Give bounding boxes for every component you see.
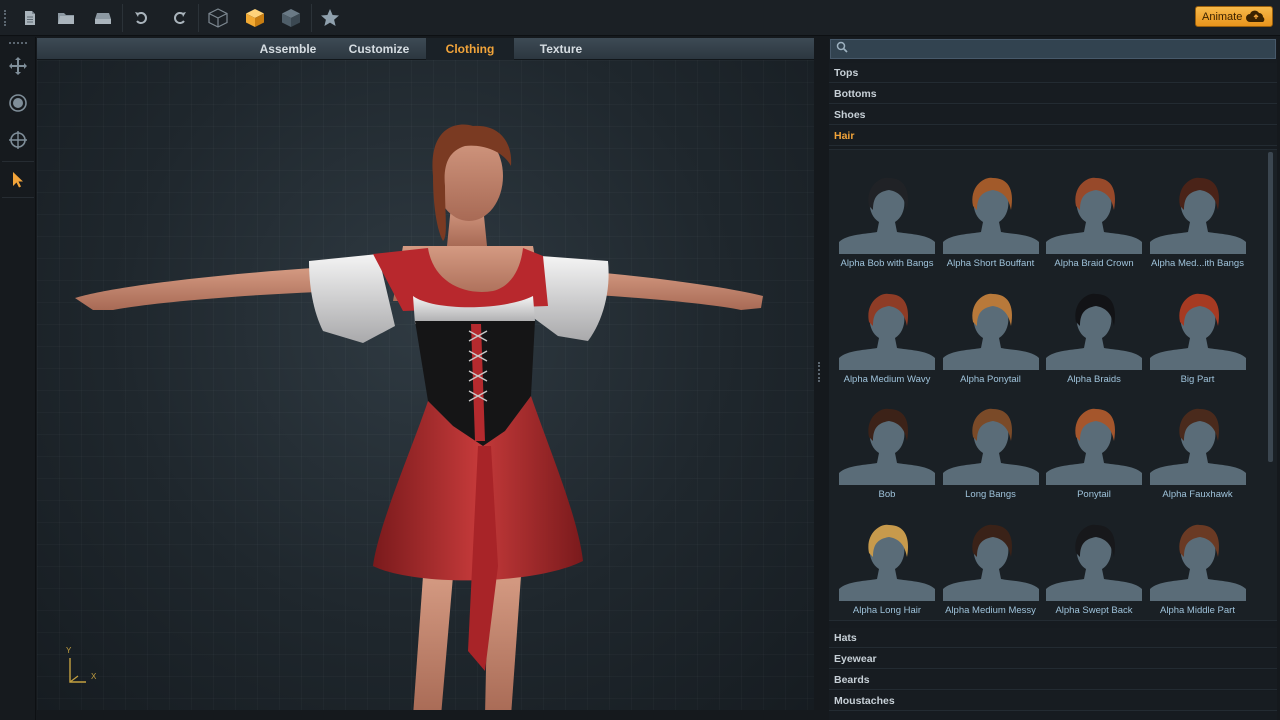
solid-cube-icon[interactable] <box>240 4 270 32</box>
cursor-icon[interactable] <box>3 165 33 195</box>
hair-item-label: Alpha Bob with Bangs <box>833 258 941 269</box>
move-icon[interactable] <box>3 51 33 81</box>
category-hair[interactable]: Hair <box>829 126 1277 146</box>
category-moustaches[interactable]: Moustaches <box>829 691 1277 711</box>
hair-thumbnail <box>943 523 1039 605</box>
hair-item-label: Alpha Middle Part <box>1144 605 1252 616</box>
hair-thumbnail <box>943 292 1039 374</box>
hair-item[interactable]: Ponytail <box>1044 405 1144 515</box>
hair-item-label: Alpha Swept Back <box>1040 605 1148 616</box>
toolbar-divider <box>198 4 199 32</box>
tab-texture[interactable]: Texture <box>516 38 606 60</box>
hair-item-label: Long Bangs <box>937 489 1045 500</box>
undo-icon[interactable] <box>127 4 157 32</box>
hair-item[interactable]: Alpha Long Hair <box>837 521 937 622</box>
animate-button[interactable]: Animate <box>1195 6 1273 27</box>
toolbar-divider <box>122 4 123 32</box>
toolbar-grip[interactable] <box>4 10 7 26</box>
hair-thumbnail <box>943 176 1039 258</box>
animate-label: Animate <box>1202 11 1242 23</box>
hair-item[interactable]: Alpha Fauxhawk <box>1148 405 1248 515</box>
cloud-icon <box>1245 10 1267 26</box>
hair-thumbnail <box>1046 292 1142 374</box>
hair-thumbnail <box>1150 523 1246 605</box>
hair-thumbnail <box>839 176 935 258</box>
hair-grid: Alpha Bob with BangsAlpha Short Bouffant… <box>829 149 1277 621</box>
mode-tabs: Assemble Customize Clothing Texture <box>37 38 814 60</box>
hair-item[interactable]: Alpha Med...ith Bangs <box>1148 174 1248 284</box>
hair-item-label: Alpha Ponytail <box>937 374 1045 385</box>
hair-item[interactable]: Alpha Short Bouffant <box>941 174 1041 284</box>
category-beards[interactable]: Beards <box>829 670 1277 690</box>
hair-item-label: Alpha Med...ith Bangs <box>1144 258 1252 269</box>
hair-item-label: Alpha Medium Messy <box>937 605 1045 616</box>
hair-item[interactable]: Alpha Swept Back <box>1044 521 1144 622</box>
hair-thumbnail <box>1150 292 1246 374</box>
hair-item[interactable]: Alpha Medium Wavy <box>837 290 937 400</box>
target-icon[interactable] <box>3 125 33 155</box>
star-icon[interactable] <box>315 4 345 32</box>
left-toolbar <box>0 37 36 720</box>
category-shoes[interactable]: Shoes <box>829 105 1277 125</box>
shaded-cube-icon[interactable] <box>276 4 306 32</box>
hair-item-label: Alpha Medium Wavy <box>833 374 941 385</box>
hair-item[interactable]: Alpha Middle Part <box>1148 521 1248 622</box>
new-document-icon[interactable] <box>15 4 45 32</box>
hair-item[interactable]: Big Part <box>1148 290 1248 400</box>
hair-item[interactable]: Alpha Medium Messy <box>941 521 1041 622</box>
category-eyewear[interactable]: Eyewear <box>829 649 1277 669</box>
content-panel: Tops Bottoms Shoes Hair Alpha Bob with B… <box>829 38 1277 720</box>
hair-item-label: Alpha Braid Crown <box>1040 258 1148 269</box>
hair-item-label: Alpha Short Bouffant <box>937 258 1045 269</box>
hair-item[interactable]: Alpha Ponytail <box>941 290 1041 400</box>
rotate-icon[interactable] <box>3 88 33 118</box>
hair-thumbnail <box>1150 176 1246 258</box>
hair-item[interactable]: Alpha Braids <box>1044 290 1144 400</box>
search-icon <box>836 40 848 58</box>
axis-x-label: X <box>91 672 96 681</box>
hair-item[interactable]: Alpha Bob with Bangs <box>837 174 937 284</box>
toolbar-divider <box>311 4 312 32</box>
hair-item[interactable]: Long Bangs <box>941 405 1041 515</box>
hair-item-label: Bob <box>833 489 941 500</box>
hair-thumbnail <box>1046 523 1142 605</box>
hair-thumbnail <box>1046 407 1142 489</box>
hair-item-label: Ponytail <box>1040 489 1148 500</box>
hair-thumbnail <box>1046 176 1142 258</box>
character-model[interactable] <box>73 96 773 710</box>
tab-clothing[interactable]: Clothing <box>426 38 514 60</box>
scrollbar-thumb[interactable] <box>1268 152 1273 462</box>
hair-item-label: Big Part <box>1144 374 1252 385</box>
redo-icon[interactable] <box>164 4 194 32</box>
hair-item-label: Alpha Braids <box>1040 374 1148 385</box>
category-bottoms[interactable]: Bottoms <box>829 84 1277 104</box>
hair-item-label: Alpha Long Hair <box>833 605 941 616</box>
axis-gizmo: Y X <box>63 646 113 686</box>
hair-thumbnail <box>839 292 935 374</box>
hair-thumbnail <box>943 407 1039 489</box>
left-toolbar-divider <box>2 161 34 162</box>
hair-thumbnail <box>839 407 935 489</box>
open-folder-icon[interactable] <box>51 4 81 32</box>
tab-customize[interactable]: Customize <box>334 38 424 60</box>
category-tops[interactable]: Tops <box>829 63 1277 83</box>
wireframe-cube-icon[interactable] <box>203 4 233 32</box>
main-toolbar: Animate <box>0 0 1280 36</box>
hair-item[interactable]: Bob <box>837 405 937 515</box>
3d-viewport[interactable]: Assemble Customize Clothing Texture <box>37 38 814 710</box>
category-hats[interactable]: Hats <box>829 628 1277 648</box>
hair-thumbnail <box>839 523 935 605</box>
hair-item-label: Alpha Fauxhawk <box>1144 489 1252 500</box>
left-toolbar-grip[interactable] <box>9 42 27 44</box>
search-input[interactable] <box>830 39 1276 59</box>
panel-splitter[interactable] <box>818 362 822 382</box>
hair-thumbnail <box>1150 407 1246 489</box>
tab-assemble[interactable]: Assemble <box>245 38 331 60</box>
save-icon[interactable] <box>88 4 118 32</box>
hair-item[interactable]: Alpha Braid Crown <box>1044 174 1144 284</box>
left-toolbar-divider <box>2 197 34 198</box>
